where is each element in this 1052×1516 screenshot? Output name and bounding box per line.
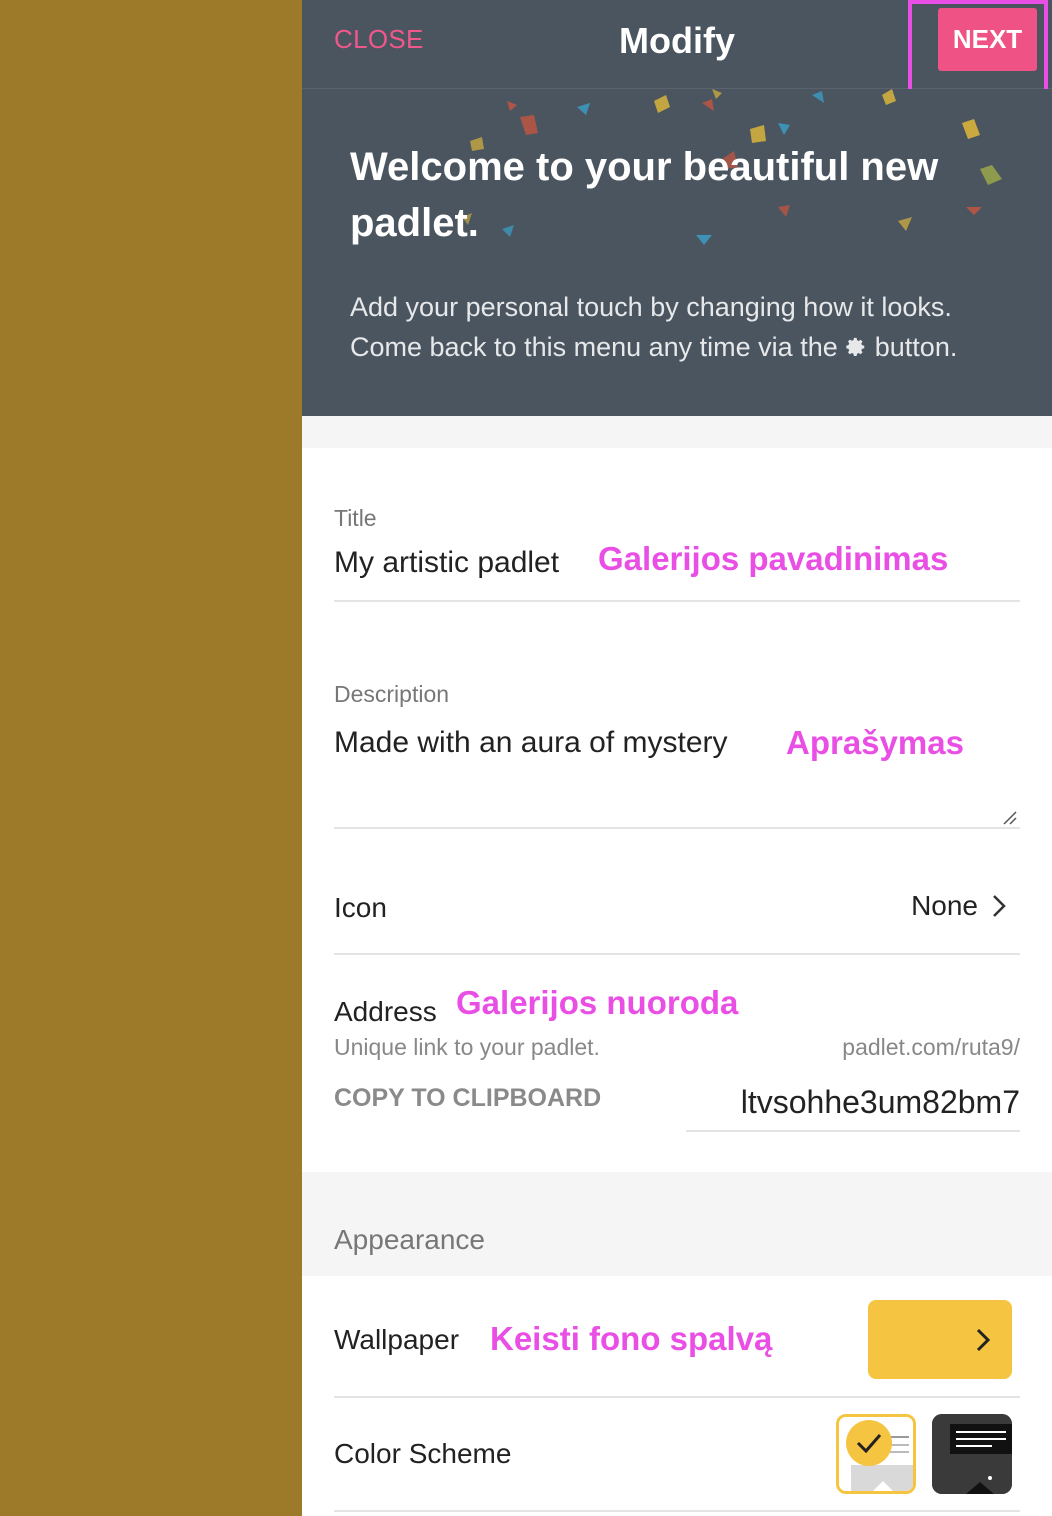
color-scheme-dark-option[interactable]	[932, 1414, 1012, 1494]
address-subtitle: Unique link to your padlet.	[334, 1034, 600, 1060]
copy-to-clipboard-button[interactable]: COPY TO CLIPBOARD	[334, 1084, 601, 1113]
title-label: Title	[334, 505, 377, 531]
wallpaper-underline	[334, 1396, 1020, 1398]
wallpaper-annotation: Keisti fono spalvą	[490, 1320, 773, 1357]
address-annotation: Galerijos nuoroda	[456, 984, 739, 1021]
section-gap	[302, 416, 1052, 448]
welcome-banner: Welcome to your beautiful new padlet. Ad…	[302, 89, 1052, 416]
padlet-background	[0, 0, 302, 1516]
icon-label: Icon	[334, 892, 387, 923]
description-label: Description	[334, 681, 450, 707]
welcome-description-line1: Add your personal touch by changing how …	[350, 292, 952, 322]
chevron-right-icon	[976, 1328, 990, 1351]
icon-underline	[334, 953, 1020, 955]
wallpaper-label: Wallpaper	[334, 1324, 460, 1355]
appearance-label: Appearance	[334, 1224, 486, 1255]
next-button-highlight	[908, 0, 1048, 94]
chevron-right-icon	[993, 895, 1006, 917]
dark-scheme-preview-icon	[932, 1414, 1012, 1494]
address-label: Address	[334, 996, 437, 1027]
address-base-url: padlet.com/ruta9/	[842, 1034, 1020, 1060]
description-underline	[334, 827, 1020, 829]
welcome-description-line2-start: Come back to this menu any time via the	[350, 332, 838, 362]
resize-handle-icon[interactable]	[1002, 810, 1018, 826]
wallpaper-selector[interactable]	[868, 1300, 1012, 1379]
gear-icon	[846, 337, 865, 356]
address-slug-input[interactable]	[686, 1074, 1020, 1132]
title-input[interactable]: My artistic padlet	[334, 546, 559, 580]
color-scheme-label: Color Scheme	[334, 1438, 512, 1469]
light-scheme-preview-icon	[839, 1417, 913, 1491]
welcome-description-line2-end: button.	[874, 332, 958, 362]
welcome-description: Add your personal touch by changing how …	[350, 287, 1030, 367]
title-underline	[334, 600, 1020, 602]
color-scheme-underline	[334, 1510, 1020, 1512]
color-scheme-light-option[interactable]	[836, 1414, 916, 1494]
modify-panel: CLOSE Modify NEXT Welcome to your beauti…	[302, 0, 1052, 1516]
welcome-description-line2: Come back to this menu any time via the …	[350, 327, 1030, 367]
description-annotation: Aprašymas	[786, 724, 964, 761]
icon-selector[interactable]: None	[911, 890, 1006, 922]
description-input[interactable]: Made with an aura of mystery	[334, 726, 728, 760]
title-annotation: Galerijos pavadinimas	[598, 540, 949, 577]
icon-value: None	[911, 890, 978, 921]
welcome-title: Welcome to your beautiful new padlet.	[350, 145, 939, 245]
